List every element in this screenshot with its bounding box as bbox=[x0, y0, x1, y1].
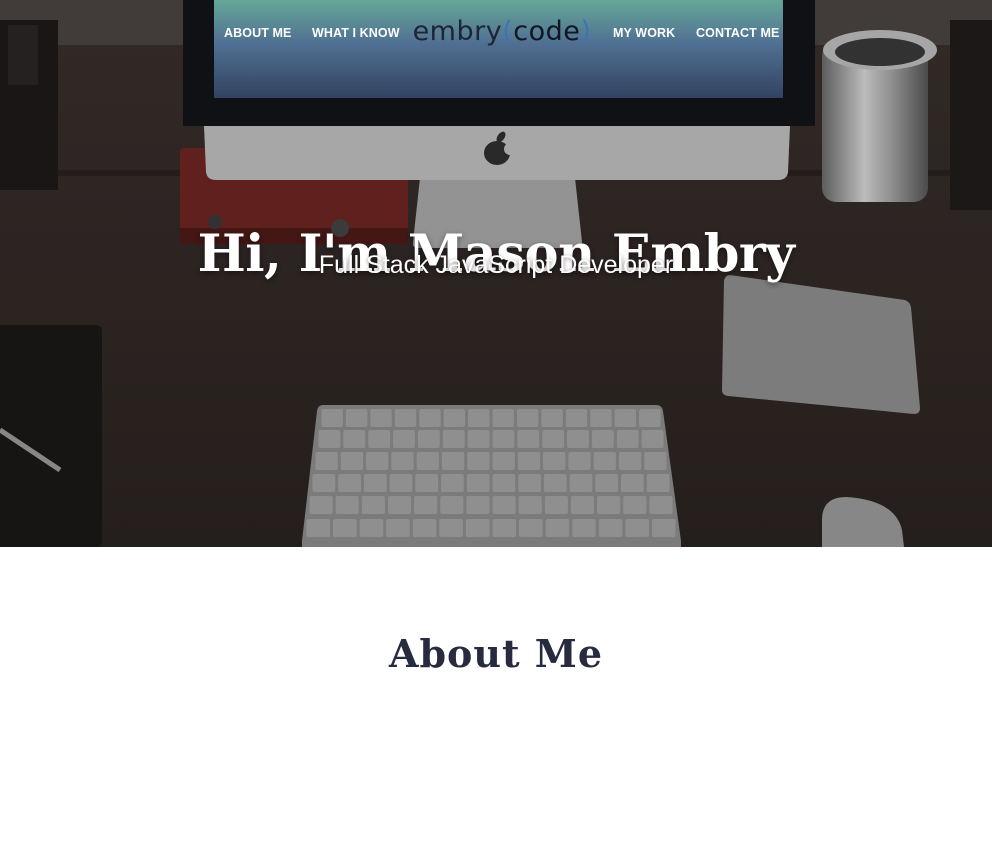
site-logo[interactable]: embry(code) bbox=[0, 16, 992, 47]
about-heading: About Me bbox=[388, 631, 604, 676]
hero-section: ABOUT ME WHAT I KNOW embry(code) MY WORK… bbox=[0, 0, 992, 547]
logo-open-paren: ( bbox=[502, 16, 514, 47]
logo-word: code bbox=[513, 16, 581, 47]
logo-prefix: embry bbox=[412, 16, 503, 47]
logo-close-paren: ) bbox=[580, 16, 592, 47]
hero-subtitle: Full Stack JavaScript Developer bbox=[318, 251, 674, 279]
nav-contact-me-link[interactable]: CONTACT ME bbox=[696, 26, 779, 40]
about-section: About Me bbox=[0, 547, 992, 860]
main-navigation: ABOUT ME WHAT I KNOW embry(code) MY WORK… bbox=[0, 0, 992, 68]
nav-my-work-link[interactable]: MY WORK bbox=[613, 26, 675, 40]
